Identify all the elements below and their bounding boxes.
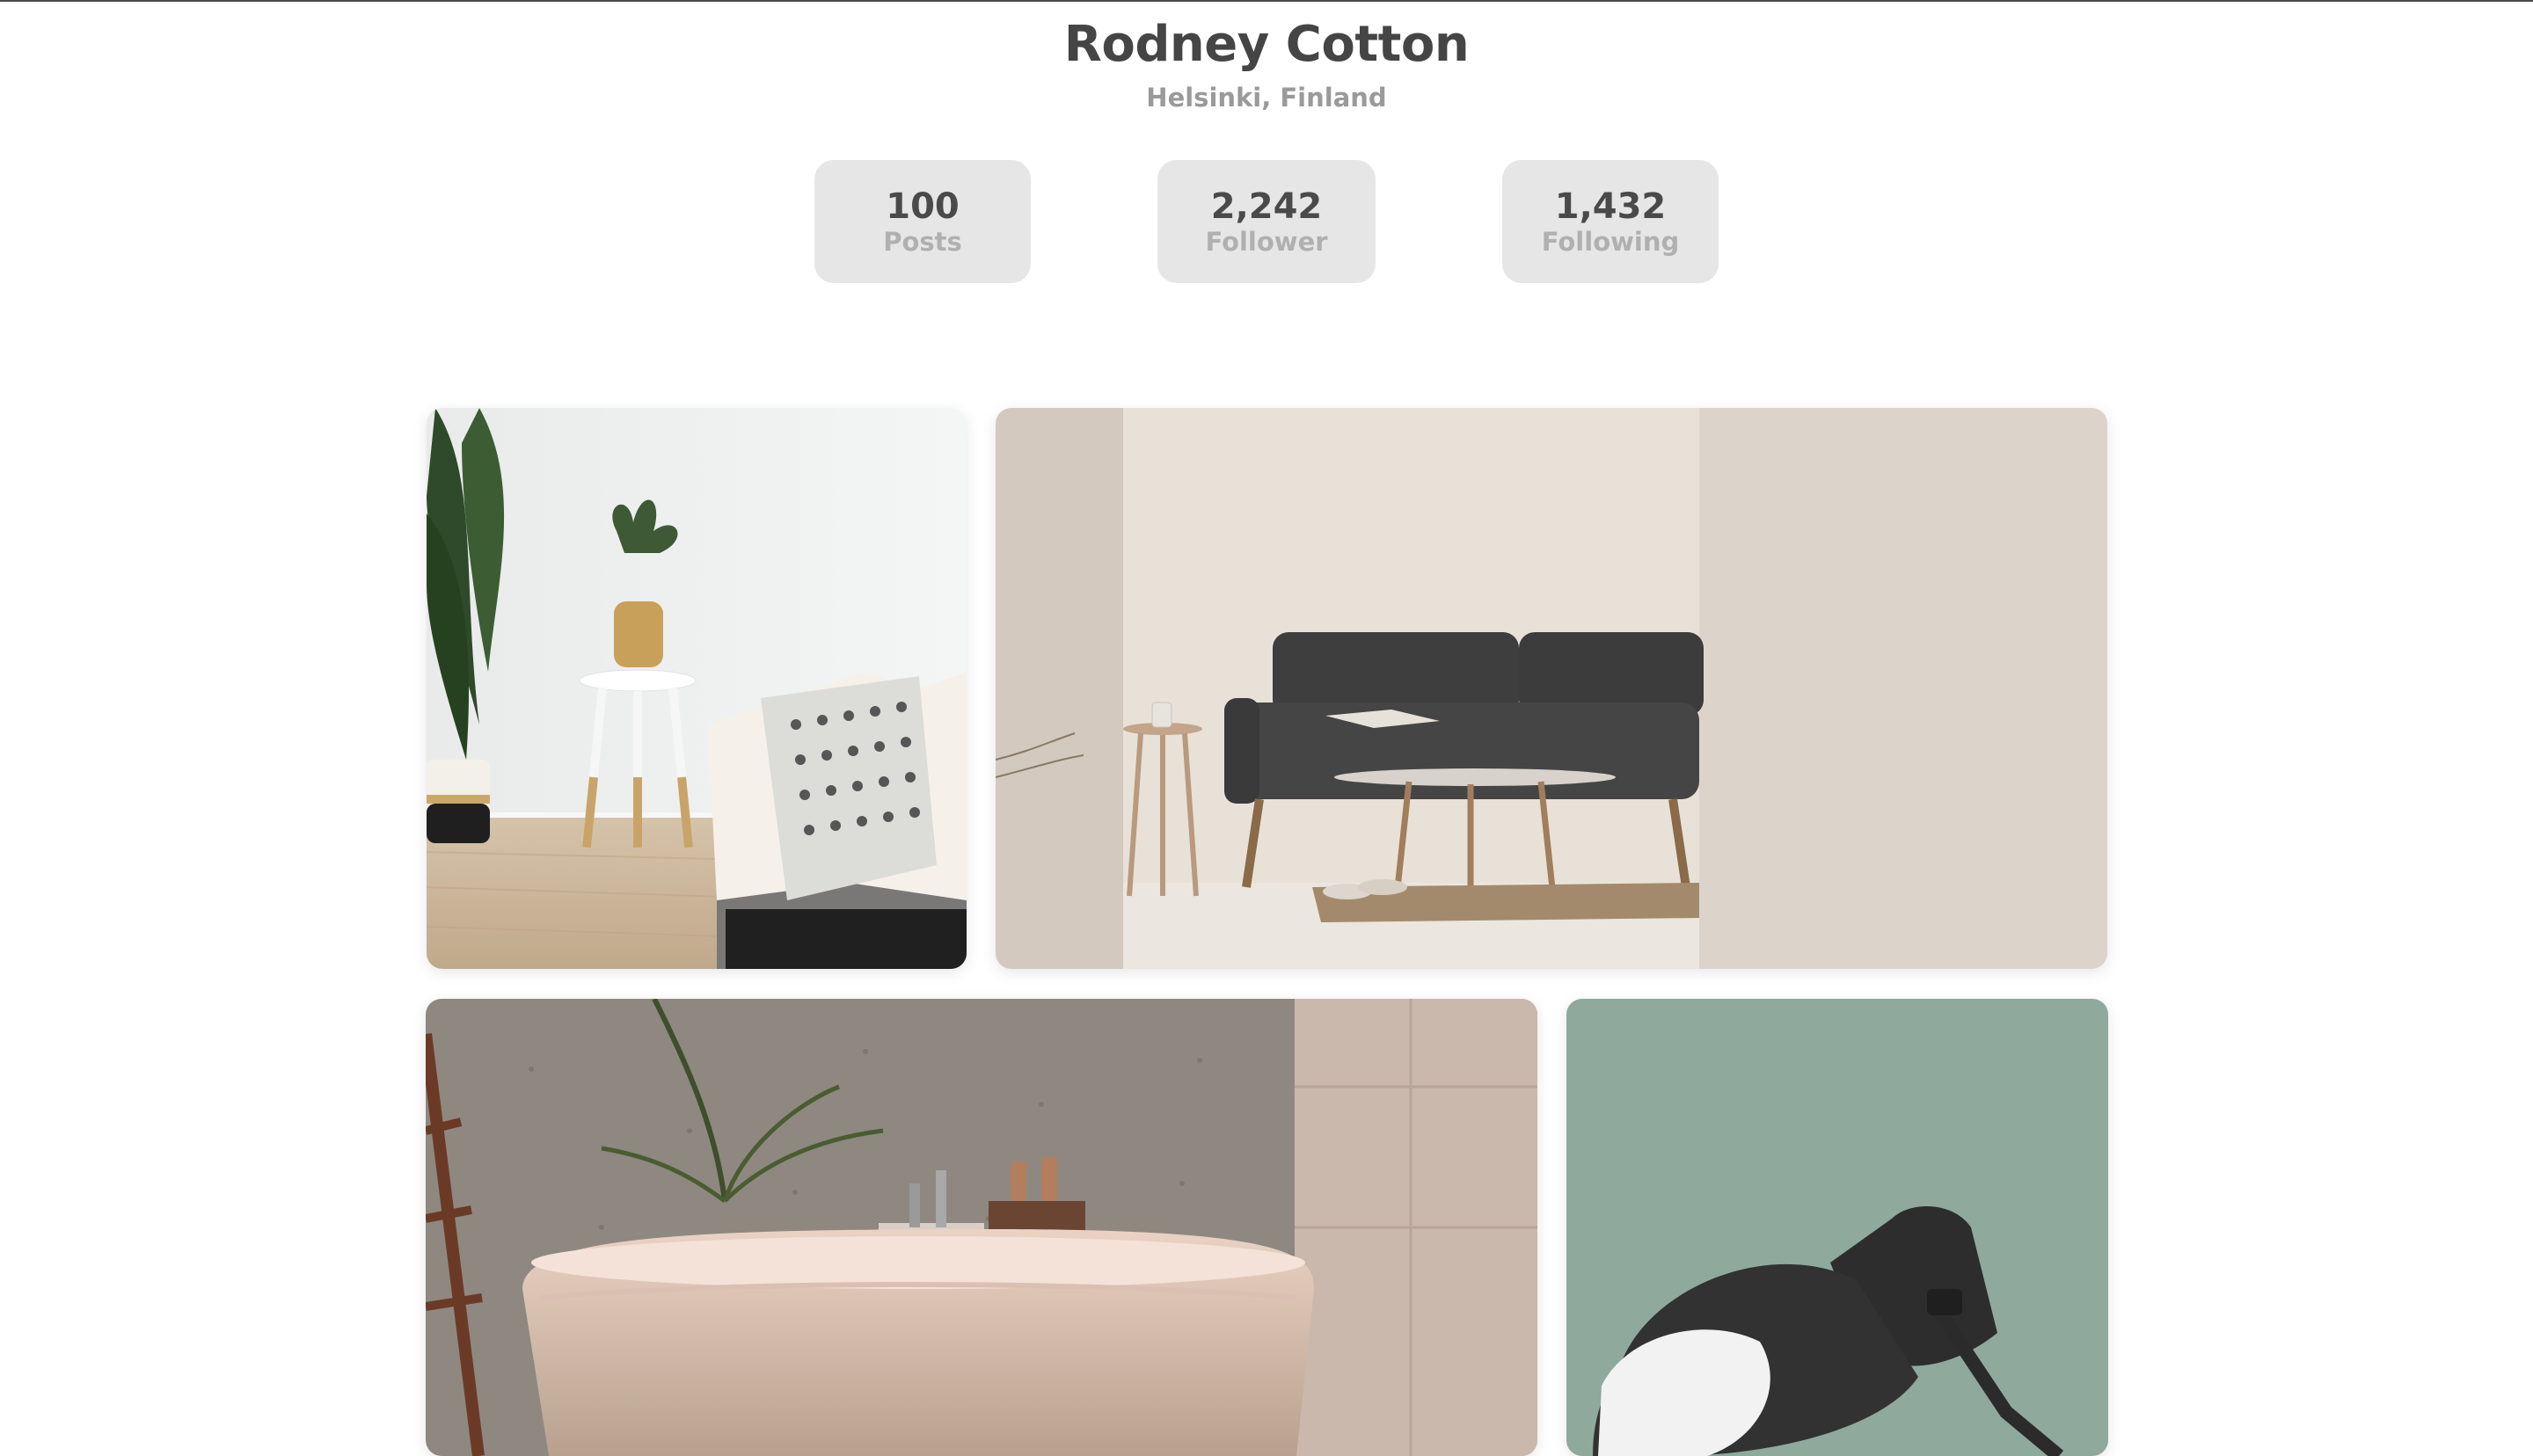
stat-posts[interactable]: 100 Posts bbox=[814, 160, 1031, 283]
gallery-photo-2[interactable] bbox=[996, 408, 2107, 969]
desk-lamp-image bbox=[1566, 999, 2108, 1456]
stat-posts-value: 100 bbox=[886, 186, 960, 227]
stat-following-value: 1,432 bbox=[1554, 186, 1667, 227]
bathtub-image bbox=[426, 999, 1537, 1456]
stat-posts-label: Posts bbox=[883, 227, 962, 257]
grey-sofa-room-image bbox=[996, 408, 2107, 969]
stat-following-label: Following bbox=[1541, 227, 1680, 257]
gallery-photo-1[interactable] bbox=[427, 408, 967, 969]
profile-location: Helsinki, Finland bbox=[1146, 83, 1387, 113]
gallery-photo-4[interactable] bbox=[1566, 999, 2108, 1456]
stat-followers[interactable]: 2,242 Follower bbox=[1157, 160, 1376, 283]
stat-followers-value: 2,242 bbox=[1210, 186, 1323, 227]
top-border bbox=[0, 0, 2533, 2]
living-room-plant-image bbox=[427, 408, 967, 969]
stat-followers-label: Follower bbox=[1205, 227, 1328, 257]
gallery-photo-3[interactable] bbox=[426, 999, 1537, 1456]
stat-following[interactable]: 1,432 Following bbox=[1502, 160, 1719, 283]
profile-name: Rodney Cotton bbox=[1063, 16, 1470, 73]
